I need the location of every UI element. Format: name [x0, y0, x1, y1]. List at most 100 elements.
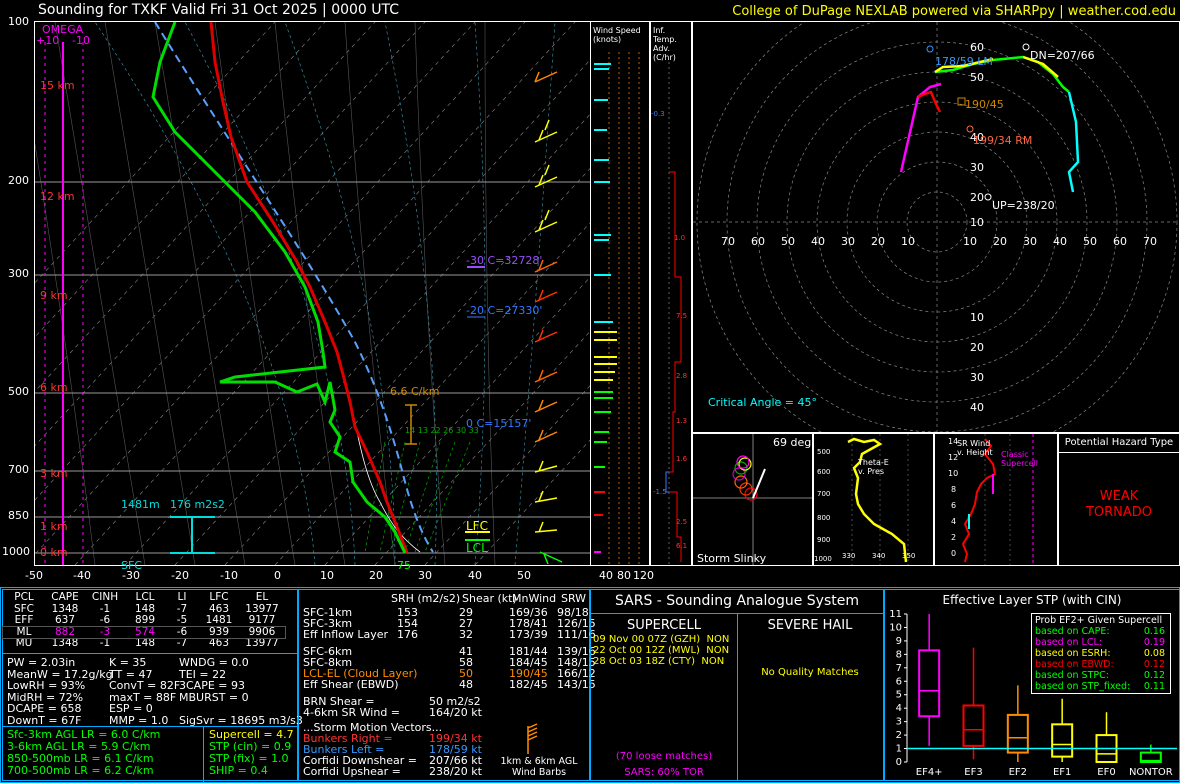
- parcel-cell: -6: [99, 614, 111, 626]
- stp-category-label: EF2: [1009, 767, 1027, 778]
- sr-ylabel: 12: [948, 453, 959, 462]
- stp-category-label: NONTOR: [1129, 767, 1173, 778]
- index-cell: DownT = 67F: [7, 713, 82, 727]
- sars-box: SARS - Sounding Analogue System SUPERCEL…: [590, 589, 884, 781]
- adv-value: 1.0: [674, 234, 686, 242]
- stp-legend-label: based on ESRH:: [1035, 648, 1111, 659]
- index-cell: SigSvr = 18695 m3/s3: [179, 713, 303, 727]
- stp-category-label: EF4+: [916, 767, 943, 778]
- hazard-value: WEAK TORNADO: [1085, 489, 1153, 520]
- critical-angle-label: Critical Angle = 45°: [708, 396, 817, 409]
- height-label: 15 km: [40, 79, 75, 92]
- stp-legend-row: based on LCL: 0.19: [1035, 637, 1167, 648]
- height-label: 6 km: [40, 381, 68, 394]
- hodograph-panel: 60 50 40 30 20 10 10 20 30 40 70 60 50 4…: [692, 21, 1180, 433]
- theta-e-ylabel: 600: [817, 468, 831, 476]
- stp-legend-row: based on EBWD: 0.12: [1035, 659, 1167, 670]
- hodo-x-tick: 10: [963, 235, 977, 248]
- omega-right: -10: [72, 34, 90, 47]
- stp-legend-value: 0.11: [1143, 681, 1165, 692]
- hodo-x-tick: 10: [901, 235, 915, 248]
- temp-label: 30: [418, 569, 432, 582]
- stp-category-label: EF1: [1053, 767, 1071, 778]
- stp-y-tick-label: 6: [896, 676, 902, 687]
- m30-label: -30 C=32728': [466, 254, 543, 267]
- parcel-cell: 148: [134, 637, 156, 649]
- wetbulb-tick: 33: [468, 426, 479, 435]
- pressure-label: 500: [8, 385, 29, 398]
- hodo-ring-label: 30: [970, 161, 984, 174]
- stp-legend-title: Prob EF2+ Given Supercell: [1035, 615, 1163, 626]
- composites-block: Supercell = 4.7 STP (cin) = 0.9 STP (fix…: [209, 729, 294, 777]
- stp-y-tick-label: 8: [896, 649, 902, 660]
- stp-y-tick-label: 1: [896, 744, 902, 755]
- adv-value: 2.8: [676, 372, 688, 380]
- page-title: Sounding for TXKF Valid Fri 31 Oct 2025 …: [38, 2, 400, 18]
- inflow-srh-label: 176 m2s2: [170, 498, 225, 511]
- hodo-ring-label: 10: [970, 216, 984, 229]
- corfidi-up-value: 238/20 kt: [429, 765, 482, 778]
- kin-value: 32: [459, 628, 473, 641]
- height-label: 9 km: [40, 289, 68, 302]
- hodo-up-label: UP=238/20: [992, 199, 1055, 212]
- lapse-label: 6.6 C/km: [390, 385, 440, 398]
- sfc-temp-label: 75: [397, 559, 411, 572]
- barb-label: 1km & 6km AGL Wind Barbs: [500, 756, 578, 778]
- hodo-ring-label: 50: [970, 71, 984, 84]
- parcel-cell: 637: [54, 614, 76, 626]
- slinky-label: Storm Slinky: [697, 552, 767, 565]
- temp-label: 50: [517, 569, 531, 582]
- temp-adv-svg: [665, 62, 682, 565]
- stp-legend-label: based on STPC:: [1035, 670, 1109, 681]
- sr-classic-label: Classic Supercell: [1001, 450, 1039, 468]
- parcel-cell: 899: [134, 614, 156, 626]
- hodo-x-tick: 70: [721, 235, 735, 248]
- stp-y-tick-label: 10: [889, 622, 902, 633]
- skewt-panel: [34, 21, 591, 566]
- wetbulb-ticks: 14 13 22 26 30 33: [405, 426, 479, 435]
- wetbulb-tick: 13: [417, 426, 428, 435]
- stp-legend-rows: based on CAPE: 0.16 based on LCL: 0.19 based…: [1035, 626, 1167, 692]
- theta-e-ylabel: 900: [817, 536, 831, 544]
- lapse-rates-block: Sfc-3km AGL LR = 6.0 C/km 3-6km AGL LR =…: [7, 729, 160, 777]
- kin-header: SRW: [561, 592, 587, 605]
- hodo-ring-label: 20: [970, 191, 984, 204]
- wetbulb-tick: 14: [405, 426, 416, 435]
- skewt-svg: [35, 22, 590, 565]
- lfc-label: LFC: [466, 519, 488, 533]
- inflow-depth-label: 1481m: [121, 498, 160, 511]
- stp-legend-label: based on STP_fixed:: [1035, 681, 1131, 692]
- slinky-svg: [693, 434, 812, 565]
- lapse-rate: 700-500mb LR = 6.2 C/km: [7, 764, 154, 777]
- wetbulb-tick: 30: [455, 426, 467, 435]
- temp-label: 40: [468, 569, 482, 582]
- sr-ylabel: 14: [948, 437, 959, 446]
- stp-legend-row: based on STPC: 0.12: [1035, 670, 1167, 681]
- theta-e-panel: Theta-E v. Pres 500 600 700 800 900 1000…: [813, 433, 934, 566]
- sars-hail-title: SEVERE HAIL: [767, 618, 853, 633]
- wind-tick: 40: [599, 569, 613, 582]
- stp-legend-value: 0.19: [1143, 637, 1165, 648]
- parcel-cell: 1481: [205, 614, 233, 626]
- parcel-header: LCL: [135, 591, 155, 603]
- parcel-row: EFF 637 -6 899 -5 1481 9177: [3, 614, 285, 627]
- theta-e-xlabel: 330: [842, 552, 856, 560]
- hodo-x-tick: 50: [1083, 235, 1097, 248]
- theta-e-svg: [847, 434, 909, 565]
- parcel-cell: -7: [176, 637, 188, 649]
- stp-box: [918, 649, 941, 718]
- wind-tick: 80: [617, 569, 631, 582]
- stp-category-label: EF0: [1097, 767, 1115, 778]
- hodo-x-tick: 60: [1113, 235, 1127, 248]
- sr-wind-label: SR Wind v. Height: [957, 439, 993, 457]
- stp-y-tick-label: 7: [896, 663, 902, 674]
- sr46-value: 164/20 kt: [429, 706, 482, 719]
- sars-tor: SARS: 60% TOR: [624, 767, 704, 778]
- parcel-header: CAPE: [51, 591, 79, 603]
- wind-speed-svg: [594, 52, 640, 565]
- wetbulb-tick: 22: [430, 426, 441, 435]
- storm-slinky-panel: 69 deg Storm Slinky: [692, 433, 813, 566]
- parcel-cell: EFF: [14, 614, 34, 626]
- corfidi-up-label: Corfidi Upshear =: [303, 765, 401, 778]
- slinky-deg: 69 deg: [773, 436, 812, 449]
